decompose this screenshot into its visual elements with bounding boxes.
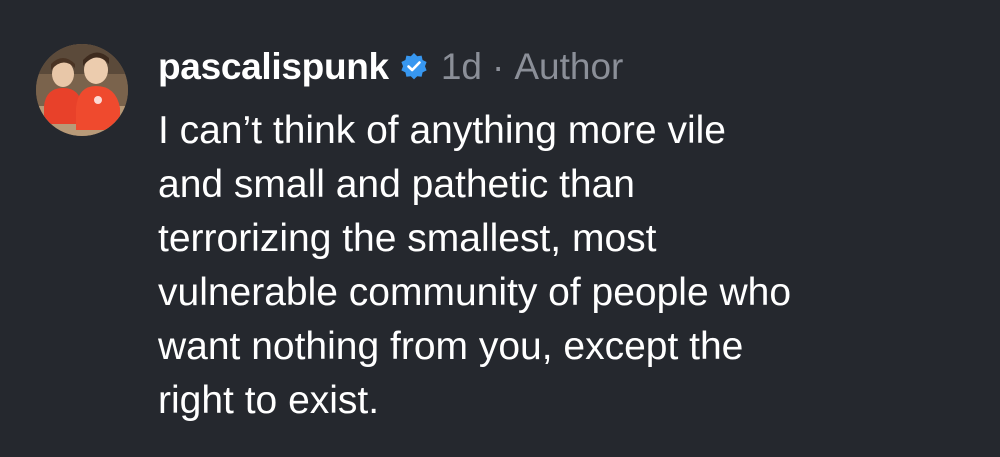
comment-header: pascalispunk 1d · Author (158, 43, 623, 91)
comment-text-line: and small and pathetic than (158, 163, 635, 206)
comment-text-line: want nothing from you, except the (158, 325, 744, 368)
meta-separator: · (492, 46, 505, 87)
verified-badge-icon (399, 52, 429, 82)
username-link[interactable]: pascalispunk (158, 46, 389, 88)
comment: pascalispunk 1d · Author I can’t think o… (0, 0, 1000, 457)
avatar[interactable] (36, 44, 128, 136)
comment-text-line: I can’t think of anything more vile (158, 109, 726, 152)
timestamp: 1d (440, 46, 482, 87)
author-label: Author (514, 46, 624, 87)
comment-text-line: right to exist. (158, 379, 380, 422)
comment-text: I can’t think of anything more vile and … (158, 104, 988, 428)
comment-text-line: vulnerable community of people who (158, 271, 792, 314)
avatar-photo (36, 44, 128, 136)
comment-text-line: terrorizing the smallest, most (158, 217, 657, 260)
